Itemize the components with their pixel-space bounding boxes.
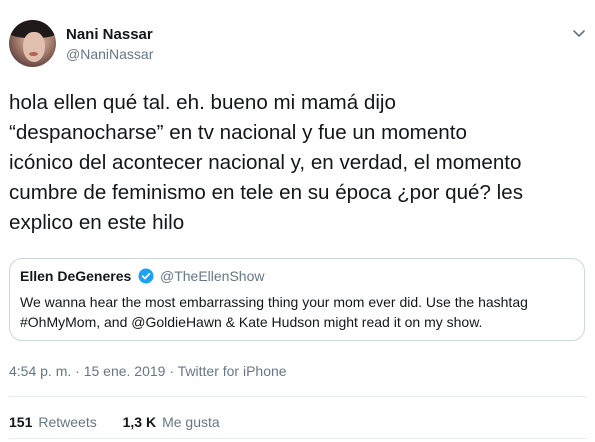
divider <box>9 438 587 439</box>
retweets-stat[interactable]: 151 Retweets <box>9 414 97 430</box>
quoted-author-handle[interactable]: @TheEllenShow <box>160 268 265 284</box>
author-display-name[interactable]: Nani Nassar <box>66 26 153 43</box>
retweets-count: 151 <box>9 414 33 430</box>
chevron-down-icon[interactable] <box>572 26 586 40</box>
avatar[interactable] <box>9 20 56 67</box>
avatar-lips <box>29 52 38 56</box>
tweet-text: hola ellen qué tal. eh. bueno mi mamá di… <box>9 91 523 234</box>
tweet-stats: 151 Retweets 1,3 K Me gusta <box>9 414 242 430</box>
avatar-face <box>23 32 45 62</box>
divider <box>9 396 587 397</box>
likes-label: Me gusta <box>162 414 220 430</box>
likes-count: 1,3 K <box>122 414 157 430</box>
verified-badge-icon <box>138 268 154 284</box>
retweets-label: Retweets <box>38 414 97 430</box>
tweet-card: Nani Nassar @NaniNassar hola ellen qué t… <box>0 0 595 442</box>
quoted-tweet[interactable]: Ellen DeGeneres @TheEllenShow We wanna h… <box>9 258 585 341</box>
likes-stat[interactable]: 1,3 K Me gusta <box>123 414 220 430</box>
tweet-timestamp[interactable]: 4:54 p. m. · 15 ene. 2019 · Twitter for … <box>9 363 287 379</box>
author-handle[interactable]: @NaniNassar <box>66 46 153 62</box>
quoted-author-name[interactable]: Ellen DeGeneres <box>20 268 131 284</box>
quoted-tweet-text: We wanna hear the most embarrassing thin… <box>20 294 528 330</box>
